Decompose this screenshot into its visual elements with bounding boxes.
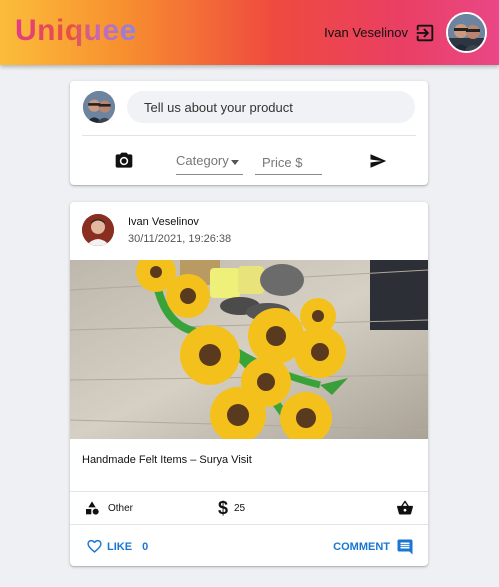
comment-button[interactable]: COMMENT xyxy=(333,537,414,557)
category-shapes-icon xyxy=(86,501,99,515)
post-title: Handmade Felt Items – Surya Visit xyxy=(82,454,252,466)
post-meta-row: Other $ 25 xyxy=(70,491,428,524)
post-category: Other xyxy=(108,503,134,514)
comment-label: COMMENT xyxy=(333,541,390,553)
like-button[interactable]: LIKE 0 xyxy=(86,537,148,557)
app-header: Uniquee Ivan Veselinov xyxy=(0,0,499,65)
like-count: 0 xyxy=(142,541,149,553)
logout-icon[interactable] xyxy=(414,22,436,44)
header-user-name[interactable]: Ivan Veselinov xyxy=(324,25,408,40)
app-logo[interactable]: Uniquee xyxy=(15,14,137,48)
like-label: LIKE xyxy=(107,541,133,553)
post-timestamp: 30/11/2021, 19:26:38 xyxy=(128,233,232,245)
category-select-label: Category xyxy=(176,153,229,168)
header-avatar[interactable] xyxy=(446,12,487,53)
camera-icon[interactable] xyxy=(114,151,134,171)
post-card: Ivan Veselinov 30/11/2021, 19:26:38 Hand… xyxy=(70,202,428,566)
send-icon[interactable] xyxy=(368,152,388,170)
post-image[interactable] xyxy=(70,260,428,439)
post-price: 25 xyxy=(234,503,246,514)
comment-icon xyxy=(397,539,413,555)
basket-icon[interactable] xyxy=(396,500,414,516)
price-input[interactable] xyxy=(255,150,322,175)
dollar-icon: $ xyxy=(218,498,229,518)
post-text-input[interactable] xyxy=(127,91,415,123)
category-select[interactable]: Category xyxy=(176,151,243,175)
composer-avatar xyxy=(83,91,115,123)
composer-divider xyxy=(82,135,416,136)
post-action-row: LIKE 0 COMMENT xyxy=(70,524,428,566)
post-author-name[interactable]: Ivan Veselinov xyxy=(128,216,199,228)
chevron-down-icon xyxy=(231,160,239,165)
post-composer: Category xyxy=(70,81,428,185)
post-author-avatar[interactable] xyxy=(82,214,114,246)
heart-outline-icon xyxy=(87,539,102,553)
